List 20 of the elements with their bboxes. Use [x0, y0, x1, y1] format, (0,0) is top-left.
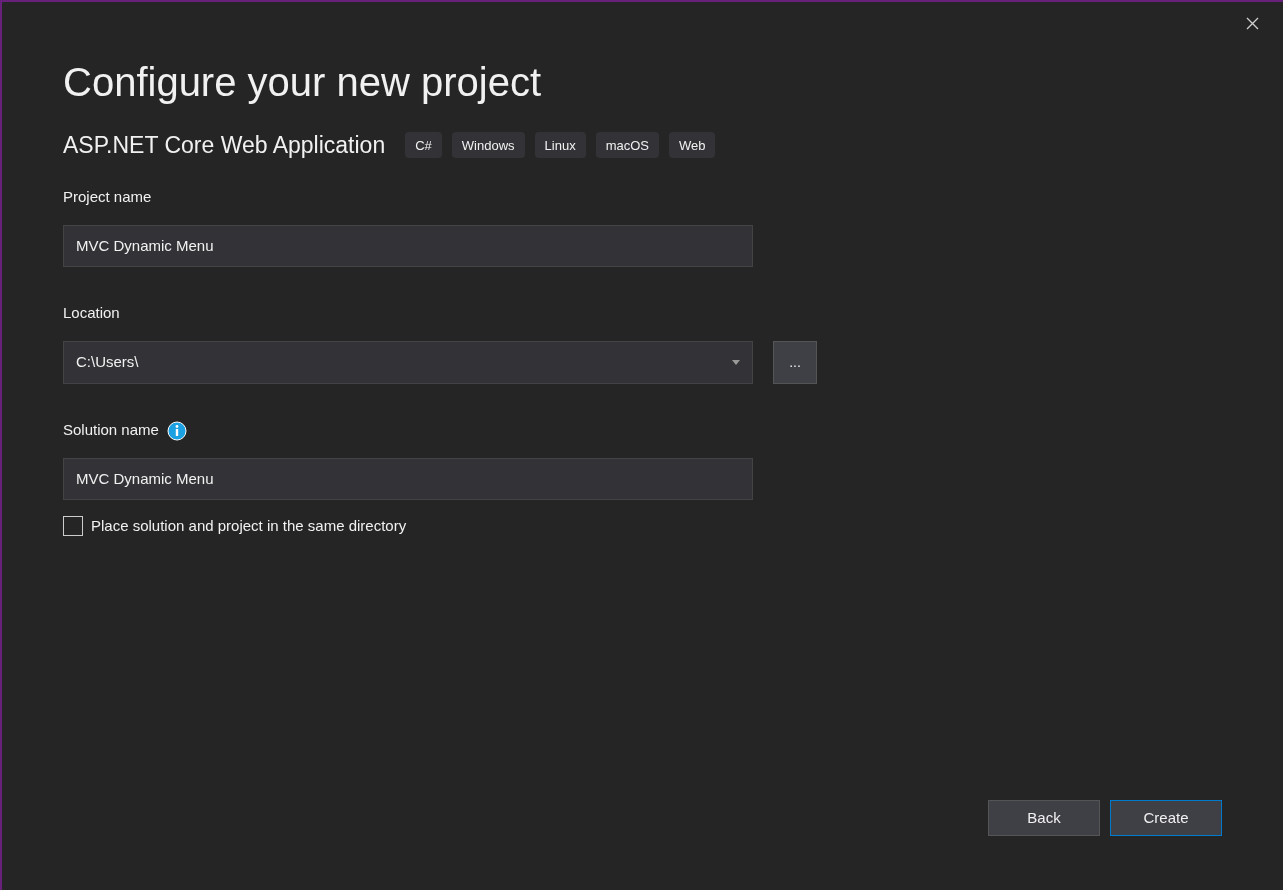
- text-field[interactable]: MVC Dynamic Menu: [63, 457, 753, 500]
- checkbox-label: Place solution and project in the same directory: [91, 515, 407, 536]
- close-icon: [1245, 16, 1259, 30]
- field-label: Solution name: [63, 420, 159, 441]
- dialog-button[interactable]: Create: [1110, 800, 1222, 836]
- dialog-title: Configure your new project: [63, 59, 543, 106]
- field-label: Location: [63, 303, 120, 324]
- checkbox[interactable]: [63, 515, 83, 536]
- platform-tag: Linux: [534, 132, 586, 159]
- text-field[interactable]: MVC Dynamic Menu: [63, 224, 753, 267]
- platform-tag: Windows: [451, 132, 525, 159]
- location-dropdown[interactable]: C:\Users\: [63, 340, 753, 384]
- browse-button[interactable]: ...: [773, 340, 817, 384]
- dropdown-caret-icon: [732, 359, 740, 365]
- platform-tag: macOS: [595, 132, 659, 159]
- platform-tag: Web: [669, 132, 716, 159]
- dialog-button[interactable]: Back: [988, 800, 1100, 836]
- platform-tag: C#: [405, 132, 442, 159]
- field-label: Project name: [63, 187, 152, 208]
- template-name: ASP.NET Core Web Application: [63, 131, 386, 160]
